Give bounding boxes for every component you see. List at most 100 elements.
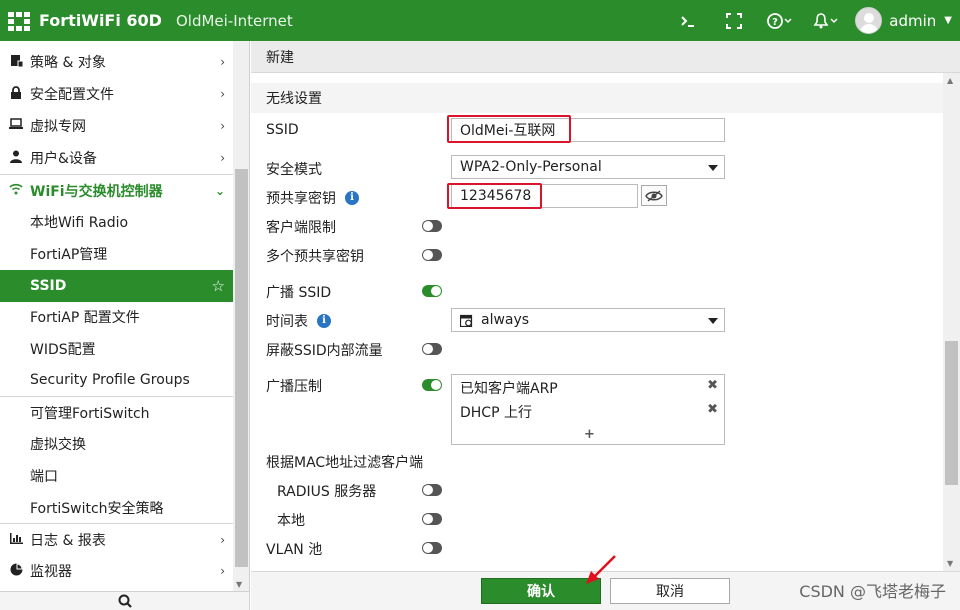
remove-icon[interactable]: ✖: [707, 378, 718, 393]
security-mode-label: 安全模式: [266, 162, 322, 178]
chevron-right-icon: ›: [220, 151, 225, 165]
fortinet-logo-icon: [8, 10, 30, 32]
list-item: 已知客户端ARP: [460, 381, 558, 397]
section-header: 无线设置: [251, 83, 943, 113]
product-name: FortiWiFi 60D: [39, 11, 162, 30]
chevron-down-icon[interactable]: ▼: [944, 15, 952, 26]
chevron-right-icon: ›: [220, 532, 225, 547]
sidebar-item-wids-profiles[interactable]: WIDS配置: [0, 333, 233, 365]
vlan-pool-toggle[interactable]: [422, 542, 442, 554]
mac-filter-label: 根据MAC地址过滤客户端: [266, 455, 424, 471]
sidebar-scrollbar[interactable]: ▼: [233, 41, 249, 591]
content-scrollbar[interactable]: ▲ ▼: [943, 73, 960, 571]
schedule-select[interactable]: always: [451, 308, 725, 332]
main-panel: 新建 无线设置 SSID OldMei-互联网 安全模式 WPA2-Only-P…: [251, 41, 960, 610]
broadcast-suppression-list[interactable]: 已知客户端ARP ✖ DHCP 上行 ✖ +: [451, 374, 725, 445]
vlan-pool-label: VLAN 池: [266, 542, 323, 558]
dropdown-arrow-icon: [708, 318, 718, 324]
security-mode-select[interactable]: WPA2-Only-Personal: [451, 155, 725, 179]
broadcast-ssid-toggle[interactable]: [422, 285, 442, 297]
svg-text:?: ?: [772, 17, 778, 28]
cancel-button[interactable]: 取消: [610, 578, 730, 604]
chevron-right-icon: ›: [220, 564, 225, 578]
radius-server-label: RADIUS 服务器: [277, 484, 377, 500]
sidebar-item-ports[interactable]: 端口: [0, 460, 233, 492]
chevron-down-icon: ⌄: [214, 183, 225, 198]
sidebar-item-ssid[interactable]: SSID ☆: [0, 270, 233, 302]
client-limit-label: 客户端限制: [266, 220, 336, 236]
sidebar-item-log-report[interactable]: 日志 & 报表 ›: [0, 523, 233, 555]
sidebar-item-vpn[interactable]: 虚拟专网 ›: [0, 110, 233, 142]
search-icon: [118, 594, 132, 608]
list-item: DHCP 上行: [460, 405, 532, 421]
pie-icon: [8, 563, 24, 580]
laptop-icon: [8, 118, 24, 134]
sidebar-item-policy[interactable]: 策略 & 对象 ›: [0, 46, 233, 78]
sidebar-item-fortiap-profiles[interactable]: FortiAP 配置文件: [0, 301, 233, 333]
cli-console-icon[interactable]: [675, 9, 701, 33]
chart-icon: [8, 532, 24, 548]
info-icon[interactable]: i: [317, 314, 331, 328]
sidebar-item-local-wifi-radio[interactable]: 本地Wifi Radio: [0, 206, 233, 238]
psk-label: 预共享密钥 i: [266, 188, 359, 208]
page-title: 新建: [251, 41, 960, 73]
sidebar-item-fortiap-management[interactable]: FortiAP管理: [0, 238, 233, 270]
annotation-arrow-icon: [586, 555, 616, 584]
psk-input[interactable]: 12345678: [451, 184, 638, 208]
avatar[interactable]: [855, 7, 883, 34]
chevron-right-icon: ›: [220, 55, 225, 69]
fullscreen-icon[interactable]: [721, 9, 747, 33]
scroll-down-icon[interactable]: ▼: [236, 580, 242, 589]
chevron-right-icon: ›: [220, 119, 225, 133]
chevron-right-icon: ›: [220, 87, 225, 101]
sidebar: 策略 & 对象 › 安全配置文件 › 虚拟专网 › 用户&设备 › WiFi与交…: [0, 41, 250, 610]
fortinet-logo[interactable]: FortiWiFi 60D: [8, 10, 162, 32]
client-limit-toggle[interactable]: [422, 220, 442, 232]
watermark: CSDN @飞塔老梅子: [799, 582, 946, 601]
top-bar: FortiWiFi 60D OldMei-Internet ? admin ▼: [0, 0, 960, 41]
sidebar-item-monitor[interactable]: 监视器 ›: [0, 555, 233, 587]
multi-psk-toggle[interactable]: [422, 249, 442, 261]
policy-icon: [8, 54, 24, 71]
eye-slash-icon: [645, 189, 663, 202]
radius-server-toggle[interactable]: [422, 484, 442, 496]
ssid-input[interactable]: OldMei-互联网: [451, 118, 725, 142]
form-content: 无线设置 SSID OldMei-互联网 安全模式 WPA2-Only-Pers…: [251, 73, 943, 571]
show-password-button[interactable]: [641, 185, 667, 206]
local-label: 本地: [277, 513, 305, 529]
info-icon[interactable]: i: [345, 191, 359, 205]
content-scrollbar-thumb[interactable]: [945, 341, 958, 485]
add-icon[interactable]: +: [584, 427, 595, 442]
schedule-label: 时间表 i: [266, 311, 331, 331]
block-intra-ssid-label: 屏蔽SSID内部流量: [266, 343, 383, 359]
sidebar-item-virtual-switch[interactable]: 虚拟交换: [0, 428, 233, 460]
sidebar-item-managed-fortiswitch[interactable]: 可管理FortiSwitch: [0, 396, 233, 428]
ssid-label: SSID: [266, 122, 299, 138]
sidebar-item-fortiswitch-security-policy[interactable]: FortiSwitch安全策略: [0, 492, 233, 524]
wifi-icon: [8, 183, 24, 199]
user-icon: [8, 150, 24, 167]
broadcast-suppression-label: 广播压制: [266, 379, 322, 395]
broadcast-suppression-toggle[interactable]: [422, 379, 442, 391]
multi-psk-label: 多个预共享密钥: [266, 249, 364, 265]
user-menu[interactable]: admin: [889, 12, 936, 30]
local-toggle[interactable]: [422, 513, 442, 525]
schedule-icon: [460, 314, 473, 327]
block-intra-ssid-toggle[interactable]: [422, 343, 442, 355]
broadcast-ssid-label: 广播 SSID: [266, 285, 332, 301]
sidebar-item-user-device[interactable]: 用户&设备 ›: [0, 142, 233, 174]
sidebar-search[interactable]: [0, 591, 249, 610]
sidebar-item-security-profile-groups[interactable]: Security Profile Groups: [0, 364, 233, 396]
scroll-up-icon[interactable]: ▲: [947, 76, 953, 85]
star-icon[interactable]: ☆: [212, 277, 225, 295]
notification-bell-icon[interactable]: [813, 9, 839, 33]
remove-icon[interactable]: ✖: [707, 402, 718, 417]
help-icon[interactable]: ?: [767, 9, 793, 33]
lock-icon: [8, 85, 24, 103]
sidebar-scrollbar-thumb[interactable]: [235, 169, 248, 567]
scroll-down-icon[interactable]: ▼: [947, 559, 953, 568]
hostname: OldMei-Internet: [175, 11, 293, 30]
dropdown-arrow-icon: [708, 165, 718, 171]
sidebar-item-security-profiles[interactable]: 安全配置文件 ›: [0, 78, 233, 110]
sidebar-item-wifi-switch-controller[interactable]: WiFi与交换机控制器 ⌄: [0, 174, 233, 206]
